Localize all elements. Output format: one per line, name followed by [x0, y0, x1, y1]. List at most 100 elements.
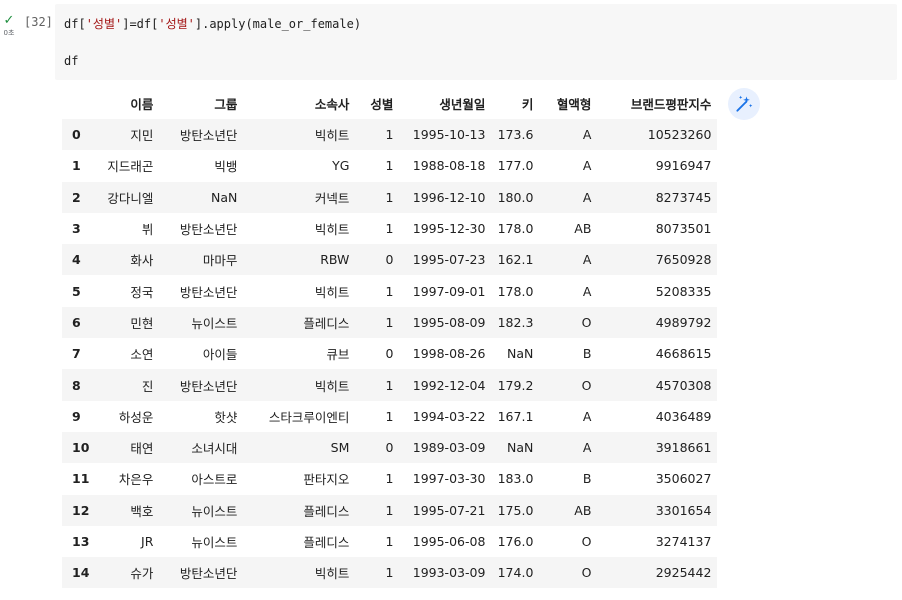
- table-row: 13 JR 뉴이스트 플레디스 1 1995-06-08 176.0 O 3274137: [62, 526, 717, 557]
- table-cell: 민현: [130, 315, 154, 331]
- cell-output: 이름 그룹 소속사 성별 생년월일 키 혈액형 브랜드평판지수 0 지민 방탄소년단 빅히트 1 199…: [62, 88, 718, 589]
- code-token: ].apply(male_or_female): [194, 17, 362, 31]
- table-cell: 빅히트: [314, 566, 350, 582]
- table-cell: 1995-12-30: [412, 221, 486, 237]
- table-cell: A: [582, 440, 592, 456]
- table-cell: 1988-08-18: [412, 158, 486, 174]
- table-row: 0 지민 방탄소년단 빅히트 1 1995-10-13 173.6 A 10523260: [62, 119, 718, 151]
- table-row: 5 정국 방탄소년단 빅히트 1 1997-09-01 178.0 A 5208335: [62, 275, 717, 306]
- index-header: [62, 88, 95, 119]
- table-cell: 슈가: [130, 566, 154, 582]
- table-cell: A: [582, 189, 592, 205]
- table-cell: 빅히트: [314, 222, 350, 238]
- column-header: 그룹: [214, 97, 238, 112]
- column-header: 키: [521, 97, 534, 112]
- table-cell: A: [582, 252, 592, 268]
- table-cell: 뉴이스트: [191, 503, 238, 519]
- table-cell: 1: [385, 283, 394, 299]
- table-cell: 커넥트: [314, 190, 350, 206]
- code-token: ]=df[: [122, 17, 159, 31]
- magic-wand-button[interactable]: [728, 88, 760, 120]
- row-index: 8: [72, 377, 81, 393]
- table-cell: 판타지오: [303, 472, 350, 488]
- table-cell: 지드래곤: [107, 159, 154, 175]
- code-token: df[: [64, 17, 86, 31]
- table-cell: 아이들: [202, 347, 238, 363]
- table-cell: 174.0: [497, 565, 534, 581]
- table-cell: 1993-03-09: [412, 565, 486, 581]
- table-cell: 1: [385, 314, 394, 330]
- table-cell: 1: [385, 127, 394, 143]
- table-cell: 1: [385, 502, 394, 518]
- table-cell: 플레디스: [303, 535, 350, 550]
- table-cell: A: [582, 158, 592, 174]
- table-cell: 아스트로: [191, 472, 238, 488]
- cell-status: ✓ 0초: [0, 14, 18, 38]
- table-cell: NaN: [211, 189, 238, 205]
- table-row: 3 뷔 방탄소년단 빅히트 1 1995-12-30 178.0 AB 8073501: [62, 213, 717, 244]
- table-cell: 162.1: [497, 252, 534, 268]
- table-cell: 빅히트: [314, 284, 350, 300]
- table-cell: 176.0: [497, 534, 534, 549]
- code-editor[interactable]: df['성별']=df['성별'].apply(male_or_female) …: [55, 4, 897, 80]
- table-row: 9 하성운 핫샷 스타크루이엔티 1 1994-03-22 167.1 A 4036489: [62, 401, 717, 432]
- table-cell: 180.0: [497, 189, 534, 205]
- table-cell: 화사: [130, 253, 154, 269]
- table-cell: O: [581, 565, 592, 581]
- row-index: 6: [72, 314, 81, 330]
- table-row: 1 지드래곤 빅뱅 YG 1 1988-08-18 177.0 A 9916947: [62, 150, 717, 181]
- table-cell: 1989-03-09: [412, 440, 486, 456]
- table-cell: 177.0: [497, 158, 534, 174]
- table-cell: 1: [385, 189, 394, 205]
- table-cell: 3506027: [655, 471, 712, 487]
- table-cell: SM: [330, 440, 350, 456]
- table-cell: 3918661: [655, 440, 712, 456]
- dataframe-table: 이름 그룹 소속사 성별 생년월일 키 혈액형 브랜드평판지수 0 지민 방탄소년단 빅히트 1 199…: [62, 88, 718, 589]
- table-cell: 4989792: [655, 314, 712, 330]
- table-row: 8 진 방탄소년단 빅히트 1 1992-12-04 179.2 O 4570308: [62, 369, 718, 401]
- table-body: 0 지민 방탄소년단 빅히트 1 1995-10-13 173.6 A 10523260 1 지드래…: [62, 119, 718, 589]
- column-header: 이름: [130, 97, 154, 112]
- table-cell: 173.6: [497, 127, 534, 143]
- table-cell: A: [582, 283, 592, 299]
- table-cell: 1995-07-21: [412, 502, 486, 518]
- code-string: '성별': [85, 17, 123, 31]
- table-cell: 178.0: [497, 283, 534, 299]
- table-cell: 소연: [130, 347, 154, 363]
- table-row: 4 화사 마마무 RBW 0 1995-07-23 162.1 A 7650928: [62, 244, 718, 276]
- table-cell: 방탄소년단: [179, 378, 238, 394]
- row-index: 12: [72, 502, 90, 518]
- table-cell: 빅히트: [314, 378, 350, 394]
- row-index: 9: [72, 408, 81, 424]
- code-line-1: df['성별']=df['성별'].apply(male_or_female): [64, 15, 361, 32]
- table-cell: 방탄소년단: [179, 222, 238, 238]
- table-cell: 1995-07-23: [412, 252, 486, 268]
- table-cell: 플레디스: [303, 315, 350, 331]
- table-cell: 7650928: [655, 252, 712, 268]
- execution-time: 0초: [3, 29, 15, 37]
- table-cell: 1: [385, 377, 394, 393]
- table-cell: 진: [141, 378, 154, 394]
- table-cell: 뉴이스트: [191, 315, 238, 331]
- table-cell: 빅히트: [314, 128, 350, 144]
- row-index: 4: [72, 252, 81, 268]
- table-cell: 5208335: [655, 283, 712, 299]
- row-index: 3: [72, 221, 81, 237]
- table-cell: NaN: [507, 440, 534, 456]
- table-cell: 1: [385, 471, 394, 487]
- row-index: 14: [72, 565, 90, 581]
- table-cell: 1: [385, 221, 394, 237]
- table-cell: 1996-12-10: [412, 189, 486, 205]
- column-header: 소속사: [314, 97, 350, 112]
- row-index: 10: [72, 440, 90, 456]
- table-cell: 9916947: [655, 158, 712, 174]
- row-index: 0: [72, 127, 81, 143]
- table-cell: 정국: [130, 284, 154, 300]
- table-cell: AB: [574, 502, 592, 518]
- magic-wand-icon: [736, 95, 753, 112]
- row-index: 2: [72, 189, 81, 205]
- table-cell: 3301654: [655, 502, 712, 518]
- table-cell: 지민: [130, 128, 154, 144]
- table-row: 10 태연 소녀시대 SM 0 1989-03-09 NaN A 3918661: [62, 431, 718, 464]
- table-cell: 182.3: [497, 314, 534, 330]
